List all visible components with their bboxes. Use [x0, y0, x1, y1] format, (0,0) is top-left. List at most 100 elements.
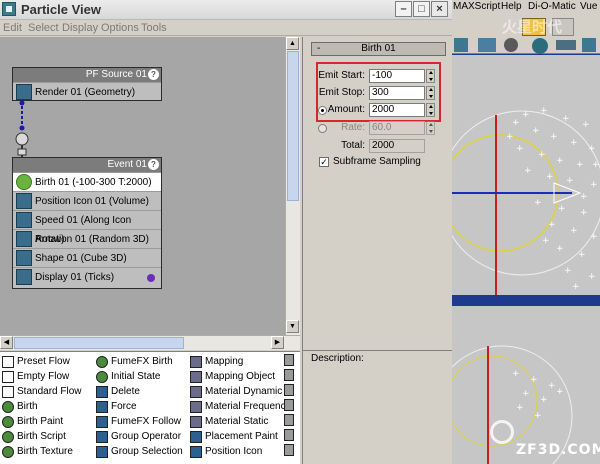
scroll-down-arrow[interactable]: ▼: [286, 320, 299, 333]
position-icon: [16, 193, 32, 209]
flow-icon: [2, 356, 14, 368]
group-selection-icon: [96, 446, 108, 458]
event-header[interactable]: Event 01 ?: [13, 158, 161, 172]
depot-item[interactable]: Birth Texture: [2, 444, 73, 459]
depot-item[interactable]: Delete: [96, 384, 140, 399]
svg-text:+: +: [556, 244, 564, 254]
depot-item[interactable]: Material Static: [190, 414, 268, 429]
operator-icon[interactable]: [284, 429, 294, 441]
depot-item[interactable]: Group Operator: [96, 429, 181, 444]
svg-text:+: +: [534, 198, 542, 208]
toolbar-button[interactable]: [504, 38, 518, 52]
description-panel: Description:: [302, 350, 452, 464]
toolbar-button[interactable]: [532, 38, 548, 54]
scroll-right-arrow[interactable]: ▶: [271, 336, 284, 349]
menu-select[interactable]: Select: [28, 22, 59, 34]
depot-item[interactable]: Preset Flow: [2, 354, 70, 369]
svg-text:+: +: [550, 132, 558, 142]
perspective-viewport[interactable]: + + + + + + + + + + + + + + + + + + + + + + + + + + + + + + + +: [452, 55, 600, 295]
total-value: 2000: [369, 139, 425, 153]
svg-text:+: +: [556, 156, 564, 166]
maximize-button[interactable]: □: [413, 1, 430, 17]
graph-vertical-scrollbar[interactable]: ▲ ▼: [285, 37, 300, 335]
depot-item[interactable]: Mapping Object: [190, 369, 275, 384]
viewport-particles: + +++ ++++ +++ + ++ + + ++ ++ ++++ ++++ ++++: [452, 106, 600, 295]
initial-state-icon: [96, 371, 108, 383]
display-color-dot[interactable]: [147, 274, 155, 282]
amount-spinner[interactable]: [426, 103, 435, 117]
toolbar-button[interactable]: [556, 40, 576, 50]
flow-icon: [2, 371, 14, 383]
menu-vue[interactable]: Vue: [580, 0, 597, 14]
emit-stop-spinner[interactable]: [426, 86, 435, 100]
operator-shape[interactable]: Shape 01 (Cube 3D): [13, 248, 161, 267]
svg-text:+: +: [506, 132, 514, 142]
close-button[interactable]: ×: [431, 1, 448, 17]
emit-stop-field[interactable]: 300: [369, 86, 425, 100]
watermark-top: 火星时代: [502, 18, 563, 36]
operator-icon[interactable]: [284, 399, 294, 411]
menu-maxscript[interactable]: MAXScript: [453, 0, 500, 14]
particle-graph-area[interactable]: PF Source 01 ? Render 01 (Geometry) Even…: [0, 37, 285, 335]
menu-edit[interactable]: Edit: [3, 22, 22, 34]
menu-options[interactable]: Options: [101, 22, 139, 34]
depot-item[interactable]: Standard Flow: [2, 384, 81, 399]
rollout-title: Birth 01: [361, 43, 396, 54]
particle-view-icon: [2, 2, 16, 16]
depot-item[interactable]: Position Icon: [190, 444, 262, 459]
event-node[interactable]: Event 01 ? Birth 01 (-100-300 T:2000) Po…: [12, 157, 162, 289]
birth-rollout-header[interactable]: - Birth 01: [311, 42, 446, 56]
scroll-up-arrow[interactable]: ▲: [286, 37, 299, 50]
graph-horizontal-scrollbar[interactable]: ◀ ▶: [0, 335, 300, 350]
depot-item[interactable]: Group Selection: [96, 444, 183, 459]
depot-item[interactable]: FumeFX Birth: [96, 354, 173, 369]
horizontal-scroll-thumb[interactable]: [14, 337, 184, 349]
rate-field: 60.0: [369, 121, 425, 135]
depot-item[interactable]: Birth Script: [2, 429, 66, 444]
operator-icon[interactable]: [284, 369, 294, 381]
depot-item[interactable]: Force: [96, 399, 137, 414]
depot-item[interactable]: Initial State: [96, 369, 160, 384]
depot-item[interactable]: Mapping: [190, 354, 243, 369]
menu-display[interactable]: Display: [62, 22, 98, 34]
secondary-viewport[interactable]: + + + + + + + +: [452, 306, 600, 464]
menu-di-o-matic[interactable]: Di-O-Matic: [528, 0, 576, 14]
vertical-scroll-thumb[interactable]: [287, 51, 299, 201]
operator-birth[interactable]: Birth 01 (-100-300 T:2000): [13, 172, 161, 191]
depot-item[interactable]: Empty Flow: [2, 369, 69, 384]
menu-help[interactable]: Help: [501, 0, 522, 14]
toolbar-button[interactable]: [582, 38, 596, 52]
svg-text:+: +: [590, 180, 598, 190]
toolbar-button[interactable]: [478, 38, 496, 52]
toolbar-button[interactable]: [454, 38, 468, 52]
depot-item[interactable]: Material Dynamic: [190, 384, 282, 399]
operator-rotation[interactable]: Rotation 01 (Random 3D): [13, 229, 161, 248]
description-label: Description:: [311, 353, 364, 364]
depot-item[interactable]: Material Frequency: [190, 399, 291, 414]
max-background: MAXScript Help Di-O-Matic Vue + + + + + + + + …: [452, 0, 600, 464]
shape-icon: [16, 250, 32, 266]
operator-display[interactable]: Display 01 (Ticks): [13, 267, 161, 286]
operator-icon[interactable]: [284, 414, 294, 426]
emit-start-spinner[interactable]: [426, 69, 435, 83]
depot-item[interactable]: Birth Paint: [2, 414, 63, 429]
depot-item[interactable]: Placement Paint: [190, 429, 278, 444]
operator-position-icon[interactable]: Position Icon 01 (Volume): [13, 191, 161, 210]
operator-icon[interactable]: [284, 384, 294, 396]
operator-icon[interactable]: [284, 354, 294, 366]
depot-item[interactable]: FumeFX Follow: [96, 414, 181, 429]
menu-tools[interactable]: Tools: [141, 22, 167, 34]
delete-icon: [96, 386, 108, 398]
scroll-left-arrow[interactable]: ◀: [0, 336, 13, 349]
amount-field[interactable]: 2000: [369, 103, 425, 117]
emit-start-label: Emit Start:: [318, 70, 365, 81]
operator-icon[interactable]: [284, 444, 294, 456]
subframe-checkbox[interactable]: ✓: [319, 157, 329, 167]
svg-text:+: +: [516, 144, 524, 154]
emit-start-field[interactable]: -100: [369, 69, 425, 83]
minimize-button[interactable]: –: [395, 1, 412, 17]
depot-item[interactable]: Birth: [2, 399, 38, 414]
rate-spinner: [426, 121, 435, 135]
operator-speed[interactable]: Speed 01 (Along Icon Arrow): [13, 210, 161, 245]
event-toggle-icon[interactable]: ?: [148, 159, 159, 170]
